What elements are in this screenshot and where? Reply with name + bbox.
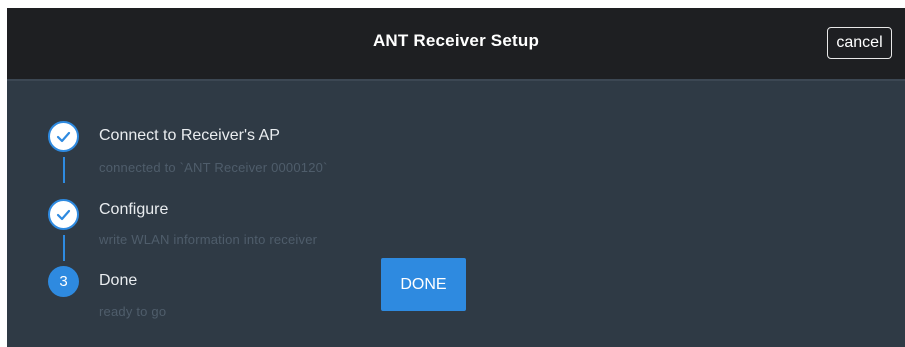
step-2-subtitle: write WLAN information into receiver: [99, 232, 318, 247]
header-divider: [7, 79, 905, 81]
step-3-indicator: 3: [48, 266, 79, 297]
step-1-title: Connect to Receiver's AP: [99, 127, 280, 144]
step-2-title: Configure: [99, 201, 169, 218]
check-icon: [56, 131, 71, 143]
step-3-title: Done: [99, 272, 138, 289]
header-bar: ANT Receiver Setup cancel: [7, 8, 905, 79]
page-title: ANT Receiver Setup: [372, 31, 540, 50]
step-1-indicator: [48, 121, 79, 152]
step-3-subtitle: ready to go: [99, 304, 167, 319]
cancel-button[interactable]: cancel: [827, 27, 892, 59]
step-connector: [63, 157, 65, 183]
step-1-subtitle: connected to `ANT Receiver 0000120`: [99, 160, 328, 175]
done-button[interactable]: DONE: [381, 258, 466, 311]
step-connector: [63, 235, 65, 261]
check-icon: [56, 209, 71, 221]
setup-window: ANT Receiver Setup cancel Connect to Rec…: [7, 8, 905, 347]
step-2-indicator: [48, 199, 79, 230]
